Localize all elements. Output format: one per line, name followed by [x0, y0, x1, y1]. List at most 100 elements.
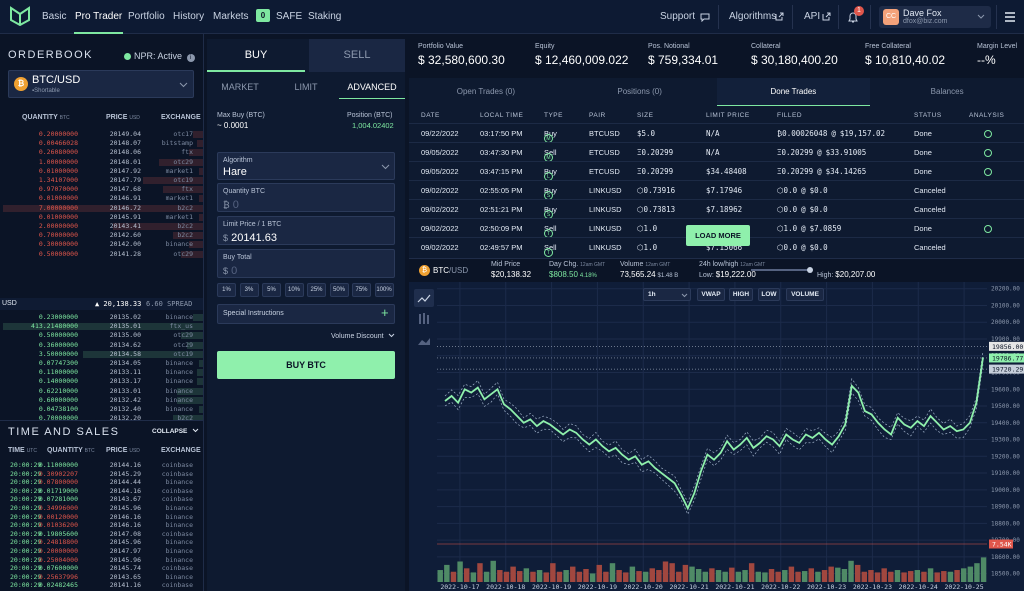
tab-advanced[interactable]: ADVANCED [339, 75, 405, 99]
volume-bar [848, 560, 854, 582]
percent-button[interactable]: 25% [307, 283, 326, 297]
orderbook-row[interactable]: 0.23000000 20135.02 binance [0, 313, 203, 322]
trades-tab[interactable]: Done Trades [716, 78, 871, 106]
analysis-icon[interactable] [984, 149, 992, 157]
volume-button[interactable]: VOLUME [786, 288, 824, 301]
orderbook-row[interactable]: 0.00466028 20148.07 bitstamp [0, 139, 203, 148]
special-instructions[interactable]: Special Instructions + [217, 304, 395, 324]
orderbook-row[interactable]: 2.00000000 20143.41 b2c2 [0, 222, 203, 231]
orderbook-row[interactable]: 0.97070000 20147.68 ftx [0, 185, 203, 194]
orderbook-row[interactable]: 0.01000000 20145.91 market1 [0, 213, 203, 222]
price-chart[interactable]: 18500.0018600.0018700.0018800.0018900.00… [409, 282, 1024, 591]
algorithms-link[interactable]: Algorithms [729, 0, 776, 34]
trade-row[interactable]: 09/02/2022 02:51:21 PM S Buy LINKUSD ⬡0.73813… [409, 199, 1024, 219]
vwap-button[interactable]: VWAP [697, 288, 725, 301]
nav-markets[interactable]: Markets [213, 0, 249, 34]
tab-limit[interactable]: LIMIT [273, 75, 339, 99]
analysis-icon[interactable] [984, 168, 992, 176]
area-chart-tool[interactable] [414, 331, 434, 349]
orderbook-row[interactable]: 3.50000000 20134.58 otc19 [0, 350, 203, 359]
load-more-button[interactable]: LOAD MORE [686, 225, 750, 246]
order-exchange: ftx_us [169, 322, 193, 331]
trades-tab[interactable]: Positions (0) [563, 78, 717, 106]
analysis-icon[interactable] [984, 130, 992, 138]
user-menu[interactable]: CC Dave Fox dfox@biz.com [879, 6, 991, 28]
trade-row[interactable]: 09/05/2022 03:47:15 PM L Buy ETCUSD Ξ0.20299 $… [409, 161, 1024, 181]
limit-price-value[interactable]: $ 20141.63 [223, 232, 277, 244]
candle-chart-tool[interactable] [414, 310, 434, 328]
orderbook-row[interactable]: 0.62210000 20133.01 binance [0, 387, 203, 396]
volume-bar [841, 569, 848, 582]
percent-button[interactable]: 1% [217, 283, 236, 297]
support-link[interactable]: Support [660, 0, 695, 34]
percent-button[interactable]: 75% [352, 283, 371, 297]
orderbook-row[interactable]: 413.21480000 20135.01 ftx_us [0, 322, 203, 331]
percent-button[interactable]: 100% [374, 283, 394, 297]
orderbook-row[interactable]: 1.34107000 20147.79 otc19 [0, 176, 203, 185]
orderbook-row[interactable]: 0.01000000 20147.92 market1 [0, 167, 203, 176]
order-quantity: 0.04738100 [38, 405, 78, 413]
quantity-value[interactable]: ₿ 0 [223, 199, 239, 211]
trade-date: 09/02/2022 [421, 224, 459, 233]
orderbook-row[interactable]: 0.11000000 20133.11 binance [0, 368, 203, 377]
tab-buy[interactable]: BUY [207, 39, 305, 72]
interval-select[interactable]: 1h [643, 288, 691, 301]
orderbook-row[interactable]: 0.36000000 20134.62 otc29 [0, 341, 203, 350]
percent-button[interactable]: 10% [284, 283, 304, 297]
pair-select[interactable]: ₿ BTC/USD ▪Shortable [8, 70, 194, 98]
order-price: 20132.42 [109, 395, 141, 404]
trade-row[interactable]: 09/05/2022 03:47:30 PM M Sell ETCUSD Ξ0.20299… [409, 142, 1024, 162]
stat-value: $ 759,334.01 [648, 53, 719, 67]
tab-market[interactable]: MARKET [207, 75, 273, 99]
orderbook-row[interactable]: 0.50000000 20135.00 otc29 [0, 331, 203, 340]
nav-portfolio[interactable]: Portfolio [128, 0, 165, 34]
trade-row[interactable]: 09/22/2022 03:17:50 PM M Buy BTCUSD $5.0 N/A ₿0… [409, 123, 1024, 143]
limit-price-field[interactable]: Limit Price / 1 BTC $ 20141.63 [217, 216, 395, 245]
order-price: 20142.00 [109, 240, 141, 249]
nav-history[interactable]: History [173, 0, 204, 34]
orderbook-row[interactable]: 0.50000000 20141.28 otc29 [0, 250, 203, 259]
collapse-button[interactable]: COLLAPSE [152, 428, 199, 435]
percent-button[interactable]: 5% [262, 283, 281, 297]
analysis-icon[interactable] [984, 225, 992, 233]
orderbook-row[interactable]: 0.70000000 20142.60 b2c2 [0, 231, 203, 240]
algorithm-select[interactable]: Algorithm Hare [217, 152, 395, 180]
info-icon[interactable]: i [186, 54, 195, 62]
orderbook-row[interactable]: 0.14000000 20133.17 binance [0, 377, 203, 386]
app-logo-icon[interactable] [9, 6, 31, 26]
trades-tab[interactable]: Balances [870, 78, 1024, 106]
stat-value: $ 32,580,600.30 [418, 53, 505, 67]
orderbook-row[interactable]: 7.00000000 20146.72 b2c2 [0, 204, 203, 213]
nav-staking[interactable]: Staking [308, 0, 341, 34]
line-chart-tool[interactable] [414, 289, 434, 307]
nav-pro-trader[interactable]: Pro Trader [74, 0, 124, 34]
trade-filled: ⬡1.0 @ $7.0859 [777, 224, 842, 233]
buy-btc-button[interactable]: BUY BTC [217, 351, 395, 379]
orderbook-row[interactable]: 0.26080000 20148.06 ftx [0, 148, 203, 157]
high-button[interactable]: HIGH [729, 288, 753, 301]
volume-level-label: 7.54K [992, 541, 1012, 549]
nav-safe[interactable]: SAFE [276, 0, 302, 34]
price-chart-svg[interactable]: 18500.0018600.0018700.0018800.0018900.00… [409, 282, 1024, 591]
buy-total-value[interactable]: $ 0 [223, 265, 237, 277]
orderbook-row[interactable]: 0.07747300 20134.05 binance [0, 359, 203, 368]
trades-tab[interactable]: Open Trades (0) [409, 78, 563, 106]
quantity-field[interactable]: Quantity BTC ₿ 0 [217, 183, 395, 212]
orderbook-row[interactable]: 0.30000000 20142.00 binance [0, 240, 203, 249]
hamburger-menu-icon[interactable] [1002, 9, 1018, 25]
api-link[interactable]: API [804, 0, 820, 34]
trade-row[interactable]: 09/02/2022 02:55:05 PM S Buy LINKUSD ⬡0.73916… [409, 180, 1024, 200]
volume-discount-toggle[interactable]: Volume Discount [331, 333, 395, 340]
low-button[interactable]: LOW [758, 288, 780, 301]
tab-sell[interactable]: SELL [309, 39, 405, 72]
orderbook-row[interactable]: 0.01000000 20146.91 market1 [0, 194, 203, 203]
percent-button[interactable]: 3% [239, 283, 259, 297]
percent-button[interactable]: 50% [329, 283, 349, 297]
plus-icon[interactable]: + [381, 305, 389, 320]
orderbook-row[interactable]: 0.20000000 20149.04 otc17 [0, 130, 203, 139]
nav-basic[interactable]: Basic [42, 0, 66, 34]
orderbook-row[interactable]: 0.04738100 20132.40 binance [0, 405, 203, 414]
orderbook-row[interactable]: 1.00000000 20148.01 otc29 [0, 158, 203, 167]
buy-total-field[interactable]: Buy Total $ 0 [217, 249, 395, 278]
orderbook-row[interactable]: 0.60000000 20132.42 binance [0, 396, 203, 405]
